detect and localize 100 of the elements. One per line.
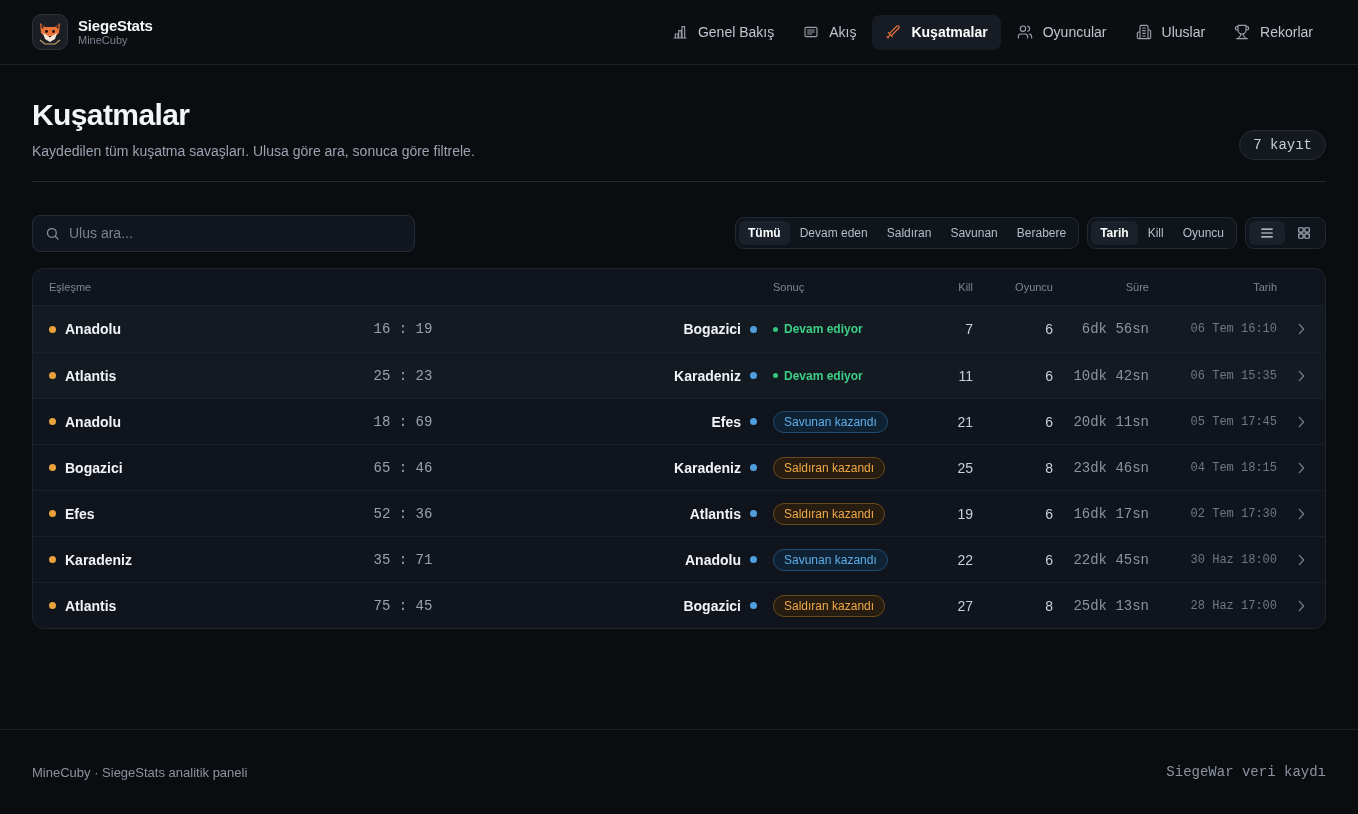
trophy-icon — [1234, 24, 1251, 40]
chevron-right-icon[interactable] — [1297, 415, 1305, 428]
list-icon — [1260, 226, 1274, 240]
footer-source-text: SiegeWar veri kaydı — [1166, 764, 1326, 780]
result-badge: Saldıran kazandı — [773, 456, 886, 479]
defender-dot-icon — [750, 372, 757, 379]
live-dot-icon — [773, 326, 778, 332]
filter-tab[interactable]: Tümü — [739, 221, 790, 245]
nav-tab[interactable]: Genel Bakış — [658, 14, 788, 50]
player-count: 6 — [1044, 321, 1053, 337]
score-text: 18 : 69 — [373, 413, 433, 430]
attacker-dot-icon — [49, 325, 56, 333]
kill-count: 25 — [956, 459, 973, 476]
attacker-name: Anadolu — [65, 413, 121, 430]
buildings-icon — [1135, 24, 1152, 40]
duration-text: 23dk 46sn — [1072, 459, 1149, 476]
attacker-name: Bogazici — [65, 459, 123, 476]
player-count: 6 — [1044, 551, 1053, 568]
record-count-badge: 7 kayıt — [1239, 130, 1326, 160]
defender-dot-icon — [750, 556, 757, 563]
attacker-name: Efes — [65, 505, 95, 522]
filter-tab[interactable]: Savunan — [941, 221, 1007, 245]
attacker-dot-icon — [49, 372, 56, 379]
brand-name: SiegeStats — [78, 18, 153, 33]
sort-tab[interactable]: Tarih — [1091, 221, 1138, 245]
score-text: 65 : 46 — [373, 459, 433, 476]
attacker-dot-icon — [49, 464, 56, 471]
result-status: Devam ediyor — [784, 322, 863, 336]
sort-tab[interactable]: Kill — [1138, 221, 1173, 245]
nav-tab[interactable]: Kuşatmalar — [872, 14, 1001, 50]
result-badge: Saldıran kazandı — [773, 502, 886, 525]
result-badge: Savunan kazandı — [773, 548, 888, 571]
player-count: 6 — [1044, 367, 1053, 384]
chevron-right-icon[interactable] — [1297, 507, 1305, 520]
defender-name: Bogazici — [683, 597, 741, 614]
player-count: 8 — [1044, 459, 1053, 476]
nav-tab[interactable]: Oyuncular — [1003, 14, 1120, 50]
filter-tab[interactable]: Berabere — [1007, 221, 1076, 245]
duration-text: 16dk 17sn — [1072, 505, 1149, 522]
sort-tab[interactable]: Oyuncu — [1173, 221, 1233, 245]
kill-count: 11 — [957, 367, 973, 384]
date-text: 28 Haz 17:00 — [1189, 598, 1277, 613]
sword-icon — [885, 24, 902, 40]
page-description: Kaydedilen tüm kuşatma savaşları. Ulusa göre ara, sonuca göre filtrele. — [32, 142, 475, 161]
chevron-right-icon[interactable] — [1297, 461, 1305, 474]
filter-tab[interactable]: Devam eden — [790, 221, 877, 245]
chevron-right-icon[interactable] — [1297, 369, 1305, 382]
defender-name: Bogazici — [683, 321, 741, 337]
attacker-name: Karadeniz — [65, 551, 132, 568]
defender-dot-icon — [750, 325, 757, 333]
date-text: 05 Tem 17:45 — [1189, 414, 1277, 429]
view-toggle-button[interactable] — [1249, 221, 1285, 245]
score-text: 75 : 45 — [373, 597, 433, 614]
column-header: Oyuncu — [1014, 281, 1053, 293]
kill-count: 21 — [956, 413, 973, 430]
brand-subtitle: MineCuby — [78, 35, 129, 46]
attacker-dot-icon — [49, 556, 56, 563]
score-text: 52 : 36 — [373, 505, 433, 522]
kill-count: 22 — [956, 551, 973, 568]
nav-tab[interactable]: Akış — [790, 14, 870, 50]
chevron-right-icon[interactable] — [1297, 599, 1305, 612]
column-header: Eşleşme — [49, 281, 93, 293]
score-text: 25 : 23 — [373, 367, 433, 384]
column-header: Tarih — [1252, 281, 1277, 293]
duration-text: 6dk 56sn — [1080, 321, 1149, 337]
duration-text: 22dk 45sn — [1072, 551, 1149, 568]
defender-name: Anadolu — [685, 551, 741, 568]
page-title: Kuşatmalar — [32, 97, 191, 133]
column-header: Kill — [957, 281, 973, 293]
attacker-dot-icon — [49, 510, 56, 517]
nav-tab[interactable]: Rekorlar — [1221, 14, 1326, 50]
duration-text: 10dk 42sn — [1072, 367, 1149, 384]
chevron-right-icon[interactable] — [1297, 323, 1305, 335]
newspaper-icon — [803, 24, 820, 40]
footer-text: MineCuby · SiegeStats analitik paneli — [32, 764, 248, 780]
player-count: 6 — [1044, 505, 1053, 522]
date-text: 02 Tem 17:30 — [1189, 506, 1277, 521]
fox-logo — [32, 14, 68, 50]
kill-count: 19 — [956, 505, 973, 522]
player-count: 8 — [1044, 597, 1053, 614]
attacker-name: Atlantis — [65, 597, 117, 614]
defender-dot-icon — [750, 464, 757, 471]
date-text: 30 Haz 18:00 — [1189, 552, 1277, 567]
duration-text: 20dk 11sn — [1072, 413, 1149, 430]
column-header: Süre — [1124, 281, 1149, 293]
defender-dot-icon — [750, 510, 757, 517]
nav-tab[interactable]: Uluslar — [1122, 14, 1219, 50]
attacker-name: Atlantis — [65, 367, 117, 384]
attacker-dot-icon — [49, 602, 56, 609]
duration-text: 25dk 13sn — [1072, 597, 1149, 614]
search-field[interactable]: Ulus ara... — [32, 214, 415, 252]
score-text: 35 : 71 — [373, 551, 433, 568]
date-text: 06 Tem 15:35 — [1189, 368, 1277, 383]
filter-tab[interactable]: Saldıran — [877, 221, 941, 245]
attacker-dot-icon — [49, 418, 56, 425]
chevron-right-icon[interactable] — [1297, 553, 1305, 566]
date-text: 06 Tem 16:10 — [1189, 322, 1277, 336]
defender-name: Efes — [711, 413, 741, 430]
attacker-name: Anadolu — [65, 321, 121, 337]
column-header: Sonuç — [773, 281, 806, 293]
